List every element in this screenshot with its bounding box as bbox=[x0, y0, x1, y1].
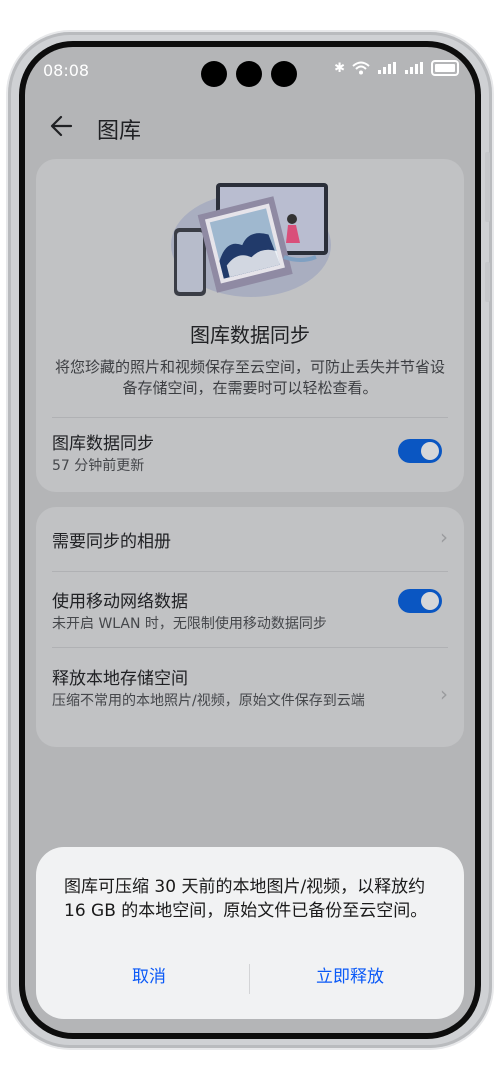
side-button bbox=[485, 262, 490, 302]
signal-icon bbox=[378, 62, 396, 74]
mobile-data-description: 未开启 WLAN 时，无限制使用移动数据同步 bbox=[52, 616, 327, 632]
app-header: 图库 bbox=[25, 107, 475, 147]
camera-icon bbox=[271, 61, 297, 87]
free-space-description: 压缩不常用的本地照片/视频，原始文件保存到云端 bbox=[52, 693, 365, 709]
albums-label: 需要同步的相册 bbox=[52, 532, 171, 552]
signal-icon bbox=[405, 62, 423, 74]
mobile-data-label: 使用移动网络数据 bbox=[52, 592, 188, 612]
screen: 08:08 ✱ 图库 图库数据同步 将您珍藏的照片和视频保存至云空间，可防止丢失… bbox=[25, 47, 475, 1033]
camera-icon bbox=[201, 61, 227, 87]
sync-card: 图库数据同步 将您珍藏的照片和视频保存至云空间，可防止丢失并节省设备存储空间，在… bbox=[36, 159, 464, 492]
free-space-dialog: 图库可压缩 30 天前的本地图片/视频，以释放约 16 GB 的本地空间，原始文… bbox=[36, 847, 464, 1019]
mobile-data-toggle[interactable] bbox=[398, 589, 442, 613]
back-arrow-icon[interactable] bbox=[47, 111, 77, 141]
side-button bbox=[485, 152, 490, 222]
sync-description: 将您珍藏的照片和视频保存至云空间，可防止丢失并节省设备存储空间，在需要时可以轻松… bbox=[54, 358, 445, 397]
camera-cutouts bbox=[201, 61, 297, 87]
release-now-button[interactable]: 立即释放 bbox=[250, 962, 450, 987]
status-time: 08:08 bbox=[43, 61, 90, 80]
divider bbox=[52, 571, 448, 572]
toggle-knob bbox=[421, 442, 439, 460]
status-bar: 08:08 ✱ bbox=[25, 47, 475, 91]
divider bbox=[52, 417, 448, 418]
bluetooth-icon: ✱ bbox=[334, 60, 345, 76]
settings-card: 需要同步的相册 › 使用移动网络数据 未开启 WLAN 时，无限制使用移动数据同… bbox=[36, 507, 464, 747]
sync-toggle[interactable] bbox=[398, 439, 442, 463]
camera-icon bbox=[236, 61, 262, 87]
sync-row-title: 图库数据同步 bbox=[52, 434, 154, 454]
chevron-right-icon: › bbox=[440, 525, 448, 549]
dialog-message: 图库可压缩 30 天前的本地图片/视频，以释放约 16 GB 的本地空间，原始文… bbox=[64, 877, 428, 921]
free-space-label: 释放本地存储空间 bbox=[52, 669, 188, 689]
sync-title: 图库数据同步 bbox=[190, 323, 310, 347]
battery-icon bbox=[431, 60, 459, 76]
page-title: 图库 bbox=[97, 119, 142, 144]
cancel-button[interactable]: 取消 bbox=[49, 962, 249, 987]
toggle-knob bbox=[421, 592, 439, 610]
albums-row[interactable]: 需要同步的相册 › bbox=[36, 507, 464, 571]
sync-row-subtitle: 57 分钟前更新 bbox=[52, 458, 145, 474]
status-icons: ✱ bbox=[334, 60, 459, 76]
chevron-right-icon: › bbox=[440, 682, 448, 706]
gallery-sync-illustration bbox=[171, 183, 331, 297]
free-space-row[interactable]: 释放本地存储空间 压缩不常用的本地照片/视频，原始文件保存到云端 › bbox=[36, 648, 464, 747]
wifi-icon bbox=[352, 61, 370, 75]
